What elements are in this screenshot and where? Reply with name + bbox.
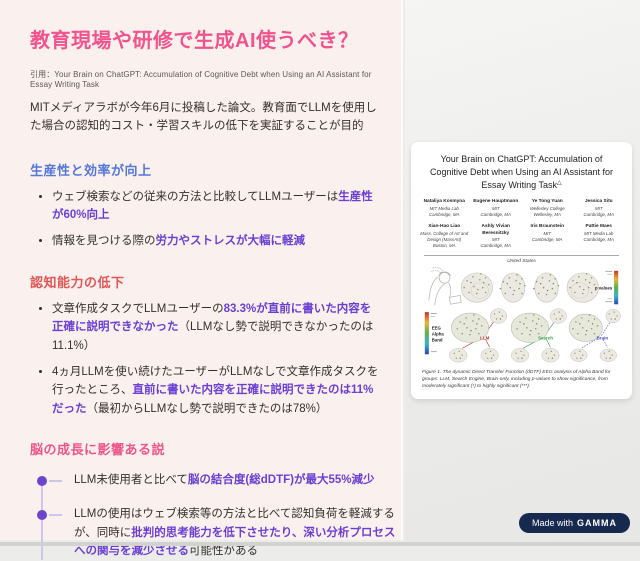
page-title: 教育現場や研修で生成AI使うべき？ xyxy=(30,30,359,52)
productivity-bullet-list: ウェブ検索などの従来の方法と比較してLLMユーザーは生産性が60%向上 情報を見… xyxy=(30,188,373,251)
paper-author: Xian-Hao Liao Mass. College of Art and De… xyxy=(420,224,469,249)
group-label-search: Search xyxy=(538,336,553,341)
paper-author: Iris Braunstein MIT Cambridge, MA xyxy=(523,224,572,249)
author-city: Cambridge, MA xyxy=(531,236,563,242)
timeline-dot xyxy=(37,510,47,521)
section-heading-productivity: 生産性と効率が向上 xyxy=(30,162,152,178)
bullet-text: 文章作成タスクでLLMユーザーの xyxy=(52,302,224,315)
eeg-band-label-3: Band xyxy=(432,338,443,343)
figure-group-llm: LLM xyxy=(449,308,508,363)
eeg-band-label-1: EEG xyxy=(432,326,442,331)
p-values-label: p values xyxy=(595,286,613,291)
paper-author: Ye Tong Yuan Wellesley College Wellesley, … xyxy=(523,199,572,217)
timeline-connector xyxy=(49,514,62,517)
badge-prefix-text: Made with xyxy=(531,518,573,528)
group-label-brain: Brain xyxy=(597,336,609,341)
paper-title-footnote-mark: △ xyxy=(557,180,562,187)
gamma-logo: GAMMA xyxy=(577,518,617,528)
intro-paragraph: MITメディアラボが今年6月に投稿した論文。教育面でLLMを使用した場合の認知的… xyxy=(30,102,377,133)
author-city: Cambridge, MA xyxy=(583,236,614,242)
list-item: 情報を見つける際の労力やストレスが大幅に軽減 xyxy=(52,232,382,251)
author-org: Wellesley College xyxy=(529,205,565,211)
author-city: Wellesley, MA xyxy=(533,211,561,217)
author-city: Boston, MA xyxy=(432,242,456,248)
timeline-item: LLM未使用者と比べて脳の結合度(総dDTF)が最大55%減少 xyxy=(30,471,396,490)
author-city: Cambridge, MA xyxy=(480,211,511,217)
image-panel: Your Brain on ChatGPT: Accumulation of C… xyxy=(405,0,640,542)
slide-bottom-edge xyxy=(0,542,640,546)
figure-group-search: Search xyxy=(510,308,567,363)
slide-content-panel: 教育現場や研修で生成AI使うべき？ 引用：Your Brain on ChatG… xyxy=(0,0,403,561)
author-name: Nataliya Kosmyna xyxy=(423,199,465,205)
list-item: 文章作成タスクでLLMユーザーの83.3%が直前に書いた内容を正確に説明できなか… xyxy=(52,300,382,356)
author-name: Ashly Vivian Beresnitzky xyxy=(481,224,510,236)
timeline-text: LLM未使用者と比べて xyxy=(74,474,188,487)
paper-author: Nataliya Kosmyna MIT Media Lab Cambridge, … xyxy=(420,199,469,217)
timeline-text: 可能性がある xyxy=(189,545,258,558)
timeline-item: LLMの使用はウェブ検索等の方法と比べて認知負荷を軽減するが、同時に批判的思考能… xyxy=(30,505,396,561)
timeline: LLM未使用者と比べて脳の結合度(総dDTF)が最大55%減少 LLMの使用はウ… xyxy=(30,471,395,561)
author-city: Cambridge, MA xyxy=(428,211,460,217)
timeline-dot xyxy=(37,476,47,487)
section-heading-brain: 脳の成長に影響ある説 xyxy=(30,442,166,458)
eeg-alpha-colorbar: EEG Alpha Band xyxy=(424,312,445,355)
citation-text: 引用：Your Brain on ChatGPT: Accumulation o… xyxy=(30,70,372,89)
paper-title: Your Brain on ChatGPT: Accumulation of C… xyxy=(426,153,617,192)
list-item: ウェブ検索などの従来の方法と比較してLLMユーザーは生産性が60%向上 xyxy=(52,188,382,225)
paper-screenshot-card: Your Brain on ChatGPT: Accumulation of C… xyxy=(411,142,632,399)
paper-author: Jessica Situ MIT Cambridge, MA xyxy=(575,199,624,217)
made-with-gamma-badge[interactable]: Made with GAMMA xyxy=(518,513,630,533)
author-name: Eugene Hauptmann xyxy=(473,199,519,205)
paper-title-text: Your Brain on ChatGPT: Accumulation of C… xyxy=(429,154,614,191)
author-org: Mass. College of Art and Design (MassArt… xyxy=(420,230,469,242)
cognition-bullet-list: 文章作成タスクでLLMユーザーの83.3%が直前に書いた内容を正確に説明できなか… xyxy=(30,300,379,419)
bullet-highlight: 労力やストレスが大幅に軽減 xyxy=(155,235,306,248)
p-values-colorbar: p values xyxy=(595,271,619,305)
paper-authors-grid: Nataliya Kosmyna MIT Media Lab Cambridge, … xyxy=(420,199,623,249)
eeg-head-row xyxy=(460,272,599,303)
paper-divider xyxy=(424,255,619,257)
eeg-band-label-2: Alpha xyxy=(432,332,445,337)
bullet-text: 情報を見つける際の xyxy=(52,235,156,248)
person-sketch-icon xyxy=(428,267,462,306)
list-item: 4ヵ月LLMを使い続けたユーザーがLLMなしで文章作成タスクを行ったところ、直前… xyxy=(52,363,382,419)
author-city: Cambridge, MA xyxy=(480,243,511,249)
figure-eeg-diagram: p values EEG Alpha Band LLM Search Brain xyxy=(424,267,621,363)
paper-country: United States xyxy=(507,259,536,265)
paper-author: Eugene Hauptmann MIT Cambridge, MA xyxy=(472,199,521,217)
figure-group-brain: Brain xyxy=(568,309,621,363)
timeline-highlight: 脳の結合度(総dDTF)が最大55%減少 xyxy=(187,474,375,487)
group-label-llm: LLM xyxy=(480,336,489,341)
bullet-text: （最初からLLMなし勢で説明できたのは78%） xyxy=(86,402,328,415)
paper-author: Pattie Maes MIT Media Lab Cambridge, MA xyxy=(575,224,624,249)
timeline-connector xyxy=(49,480,62,483)
figure-caption: Figure 1. The dynamic Direct Transfer Fu… xyxy=(422,370,611,390)
paper-author: Ashly Vivian Beresnitzky MIT Cambridge, MA xyxy=(472,224,521,249)
bullet-text: ウェブ検索などの従来の方法と比較してLLMユーザーは xyxy=(52,190,339,203)
author-city: Cambridge, MA xyxy=(583,211,614,217)
section-heading-cognition: 認知能力の低下 xyxy=(30,274,125,290)
